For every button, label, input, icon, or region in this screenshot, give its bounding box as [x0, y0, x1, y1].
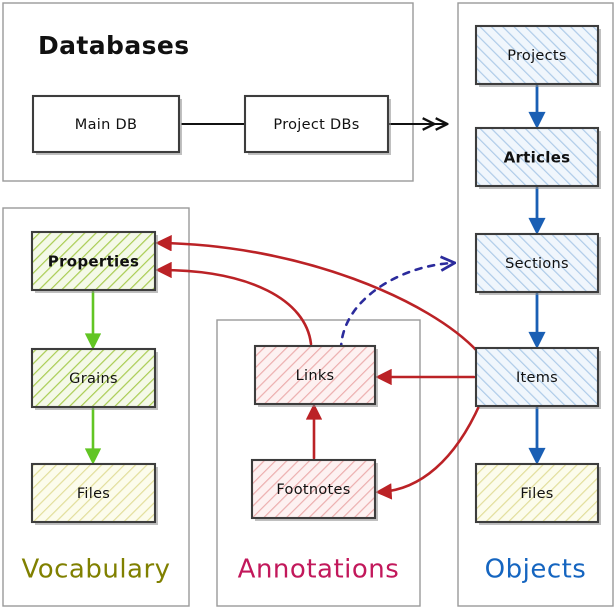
group-title-objects: Objects: [485, 555, 587, 585]
node-label-main_db: Main DB: [75, 117, 137, 133]
node-links[interactable]: Links: [253, 344, 378, 407]
node-project_dbs[interactable]: Project DBs: [243, 94, 391, 155]
node-grains[interactable]: Grains: [30, 347, 158, 410]
node-properties[interactable]: Properties: [30, 230, 158, 293]
e-links-sections: [339, 263, 452, 352]
node-label-items: Items: [516, 370, 558, 386]
node-sections[interactable]: Sections: [474, 232, 601, 295]
node-label-properties: Properties: [48, 253, 139, 271]
node-label-voc_files: Files: [77, 486, 110, 502]
e-links-properties: [160, 270, 313, 346]
node-items[interactable]: Items: [474, 346, 601, 409]
diagram-svg: Main DB Project DBs Properties Grains Files L…: [2, 2, 614, 607]
group-title-databases: Databases: [38, 31, 190, 60]
group-title-vocabulary: Vocabulary: [21, 555, 170, 585]
node-label-projects: Projects: [507, 48, 567, 64]
node-label-footnotes: Footnotes: [276, 482, 350, 498]
e-items-properties: [160, 243, 480, 354]
group-title-annotations: Annotations: [238, 555, 400, 585]
node-projects[interactable]: Projects: [474, 24, 601, 87]
node-footnotes[interactable]: Footnotes: [250, 458, 378, 521]
node-articles[interactable]: Articles: [474, 126, 601, 189]
node-label-links: Links: [296, 368, 335, 384]
node-label-obj_files: Files: [520, 486, 553, 502]
node-label-grains: Grains: [69, 371, 118, 387]
e-items-footnotes: [380, 402, 482, 492]
node-label-articles: Articles: [504, 149, 571, 167]
node-label-project_dbs: Project DBs: [273, 117, 359, 133]
node-voc_files[interactable]: Files: [30, 462, 158, 525]
diagram-canvas: Main DB Project DBs Properties Grains Files L…: [0, 0, 616, 609]
node-label-sections: Sections: [505, 256, 569, 272]
nodes-layer: Main DB Project DBs Properties Grains Files L…: [30, 24, 601, 525]
node-main_db[interactable]: Main DB: [31, 94, 182, 155]
node-obj_files[interactable]: Files: [474, 462, 601, 525]
